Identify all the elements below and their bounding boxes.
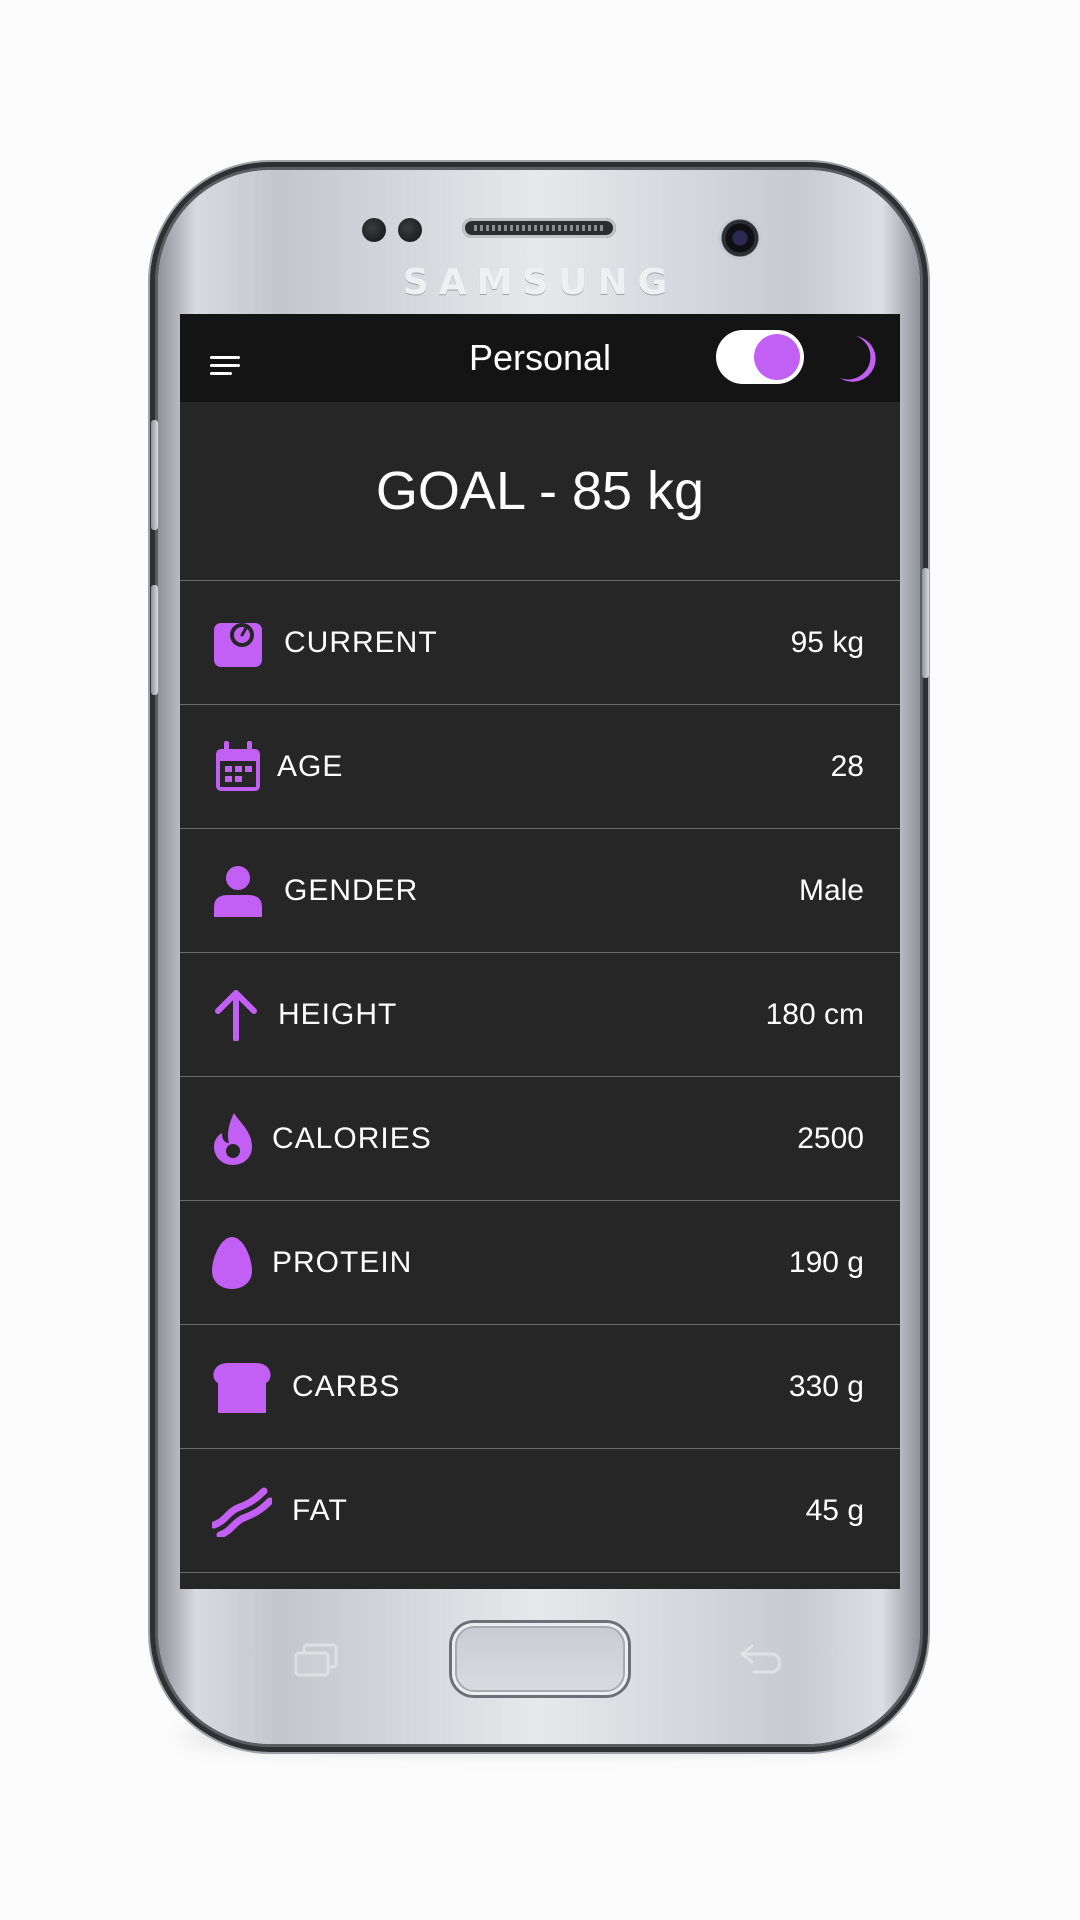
goal-text: GOAL - 85 kg [375,461,705,521]
row-label: FAT [292,1494,348,1527]
goal-header: GOAL - 85 kg [180,402,900,581]
toggle-knob [754,334,800,380]
bixby-button [151,585,158,695]
list-item-age[interactable]: AGE 28 [180,705,900,829]
volume-button [151,420,158,530]
row-label: CARBS [292,1370,401,1403]
row-value: 28 [830,750,864,783]
row-value: 45 g [805,1494,864,1527]
row-label: CURRENT [284,626,438,659]
front-camera [718,216,762,260]
calendar-icon [216,741,260,791]
list-item-carbs[interactable]: CARBS 330 g [180,1325,900,1449]
earpiece-speaker [462,218,616,238]
row-label: GENDER [284,874,419,907]
list-item-protein[interactable]: PROTEIN 190 g [180,1201,900,1325]
row-value: 180 cm [765,998,864,1031]
theme-toggle[interactable] [716,330,804,384]
app-bar: Personal [180,314,900,402]
device-brand: SAMSUNG [402,262,678,303]
bread-icon [213,1363,271,1413]
flame-icon [214,1113,252,1165]
row-label: HEIGHT [278,998,398,1031]
moon-icon [840,336,876,382]
recent-apps-icon[interactable] [294,1643,340,1677]
home-button[interactable] [452,1623,628,1695]
row-label: AGE [277,750,344,783]
arrow-up-icon [215,990,257,1041]
row-value: 95 kg [790,626,864,659]
row-value: 190 g [788,1246,864,1279]
scale-icon [214,623,262,667]
sensor-dot [362,218,386,242]
row-value: Male [798,874,864,907]
list-item-calories[interactable]: CALORIES 2500 [180,1077,900,1201]
list-item-current[interactable]: CURRENT 95 kg [180,581,900,705]
egg-icon [212,1237,252,1289]
bacon-icon [212,1487,272,1537]
list-item-height[interactable]: HEIGHT 180 cm [180,953,900,1077]
person-icon [214,866,262,917]
row-label: PROTEIN [272,1246,413,1279]
row-value: 330 g [788,1370,864,1403]
list-item-fat[interactable]: FAT 45 g [180,1449,900,1573]
row-value: 2500 [797,1122,864,1155]
power-button [922,568,929,678]
list-item-gender[interactable]: GENDER Male [180,829,900,953]
row-label: CALORIES [272,1122,432,1155]
sensor-dot [398,218,422,242]
back-icon[interactable] [738,1640,786,1676]
app-screen: Personal GOAL - 85 kg CURRENT 95 kg AGE … [180,314,900,1589]
